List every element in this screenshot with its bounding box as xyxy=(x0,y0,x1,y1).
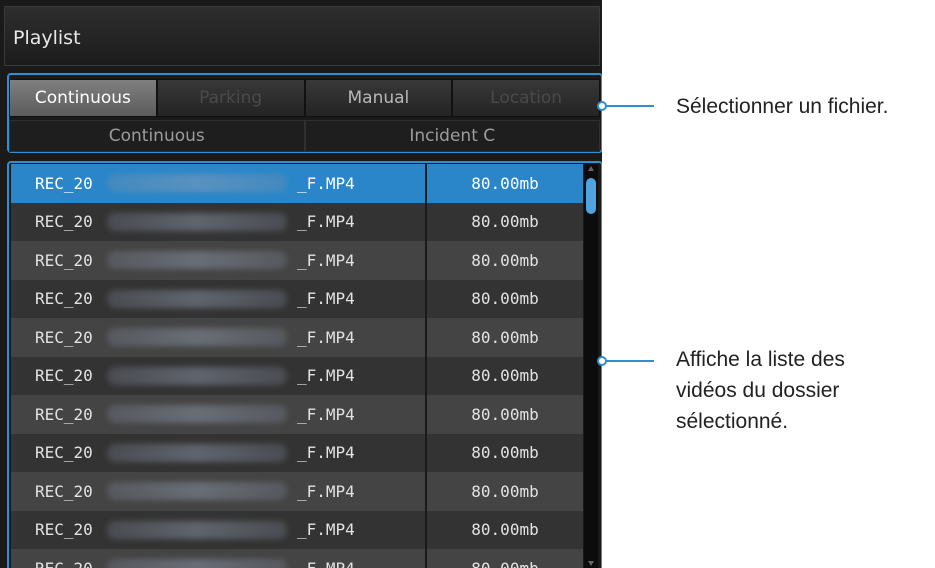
redacted-timestamp xyxy=(107,357,297,396)
file-size: 80.00mb xyxy=(425,318,583,357)
file-name-prefix: REC_20 xyxy=(35,212,93,232)
file-name-prefix: REC_20 xyxy=(35,520,93,540)
file-list: REC_20 _F.MP4 80.00mb REC_20 _F.MP4 80.00mb RE… xyxy=(11,164,583,568)
file-size: 80.00mb xyxy=(425,356,583,395)
file-row[interactable]: REC_20 _F.MP4 80.00mb xyxy=(11,202,583,242)
file-size: 80.00mb xyxy=(425,279,583,318)
subtab-incident[interactable]: Incident C xyxy=(304,120,600,152)
folder-tabs: Continuous Parking Manual Location xyxy=(9,79,600,117)
file-size: 80.00mb xyxy=(425,549,583,568)
file-size: 80.00mb xyxy=(425,395,583,434)
file-name-prefix: REC_20 xyxy=(35,443,93,463)
file-name-suffix: _F.MP4 xyxy=(297,327,355,347)
file-name-prefix: REC_20 xyxy=(11,549,107,568)
file-name-prefix: REC_20 xyxy=(35,327,93,347)
file-row[interactable]: REC_20 _F.MP4 80.00mb xyxy=(11,472,583,511)
redacted-timestamp xyxy=(107,549,297,568)
file-name-suffix: _F.MP4 xyxy=(297,250,355,270)
redacted-timestamp xyxy=(107,164,297,203)
file-row[interactable]: REC_20 _F.MP4 80.00mb xyxy=(11,395,583,434)
file-name-suffix: _F.MP4 xyxy=(297,212,355,232)
file-row[interactable]: REC_20 _F.MP4 80.00mb xyxy=(11,241,583,280)
subtab-continuous[interactable]: Continuous xyxy=(9,120,305,152)
file-size: 80.00mb xyxy=(425,202,583,241)
redacted-timestamp xyxy=(107,434,297,473)
tab-location[interactable]: Location xyxy=(452,79,600,117)
subfolder-tabs: Continuous Incident C xyxy=(9,120,600,152)
file-name-prefix: REC_20 xyxy=(35,250,93,270)
file-size: 80.00mb xyxy=(425,472,583,511)
file-name-suffix: _F.MP4 xyxy=(297,173,355,193)
file-size: 80.00mb xyxy=(425,510,583,549)
tab-parking[interactable]: Parking xyxy=(156,79,305,117)
file-size: 80.00mb xyxy=(425,164,583,203)
redacted-timestamp xyxy=(107,511,297,550)
redacted-timestamp xyxy=(107,318,297,357)
tab-manual[interactable]: Manual xyxy=(304,79,453,117)
playlist-title-bar: Playlist xyxy=(4,6,600,66)
file-name-prefix: REC_20 xyxy=(35,481,93,501)
file-name-suffix: _F.MP4 xyxy=(297,366,355,386)
file-name-suffix: _F.MP4 xyxy=(297,404,355,424)
file-name-suffix: _F.MP4 xyxy=(297,289,355,309)
scrollbar-thumb[interactable] xyxy=(586,178,596,214)
callout-text-tabs: Sélectionner un fichier. xyxy=(676,95,889,118)
file-size: 80.00mb xyxy=(425,433,583,472)
file-name-suffix: _F.MP4 xyxy=(297,549,425,568)
file-row[interactable]: REC_20 _F.MP480.00mb xyxy=(11,549,583,568)
redacted-timestamp xyxy=(107,280,297,319)
file-name-suffix: _F.MP4 xyxy=(297,443,355,463)
tab-continuous[interactable]: Continuous xyxy=(9,79,157,117)
file-row[interactable]: REC_20 _F.MP4 80.00mb xyxy=(11,318,583,357)
file-name-prefix: REC_20 xyxy=(35,366,93,386)
file-row[interactable]: REC_20 _F.MP4 80.00mb xyxy=(11,510,583,550)
file-row[interactable]: REC_20 _F.MP4 80.00mb xyxy=(11,356,583,396)
file-name-prefix: REC_20 xyxy=(35,404,93,424)
file-row[interactable]: REC_20 _F.MP4 80.00mb xyxy=(11,279,583,319)
callout-line-tabs xyxy=(606,105,654,107)
file-name-suffix: _F.MP4 xyxy=(297,520,355,540)
file-size: 80.00mb xyxy=(425,241,583,280)
playlist-title: Playlist xyxy=(13,27,81,49)
file-name-prefix: REC_20 xyxy=(35,173,93,193)
file-name-prefix: REC_20 xyxy=(35,289,93,309)
callout-line-list xyxy=(606,360,654,362)
redacted-timestamp xyxy=(107,241,297,280)
redacted-timestamp xyxy=(107,203,297,242)
file-name-suffix: _F.MP4 xyxy=(297,481,355,501)
file-row[interactable]: REC_20 _F.MP4 80.00mb xyxy=(11,433,583,473)
scroll-up-icon[interactable] xyxy=(588,166,594,171)
callout-text-list: Affiche la liste des vidéos du dossier s… xyxy=(676,348,845,433)
file-row[interactable]: REC_20 _F.MP4 80.00mb xyxy=(11,164,583,203)
playlist-panel: Playlist Continuous Parking Manual Locat… xyxy=(0,0,602,568)
redacted-timestamp xyxy=(107,395,297,434)
scroll-down-icon[interactable] xyxy=(588,561,594,566)
file-list-scrollbar[interactable] xyxy=(584,164,598,568)
redacted-timestamp xyxy=(107,472,297,511)
